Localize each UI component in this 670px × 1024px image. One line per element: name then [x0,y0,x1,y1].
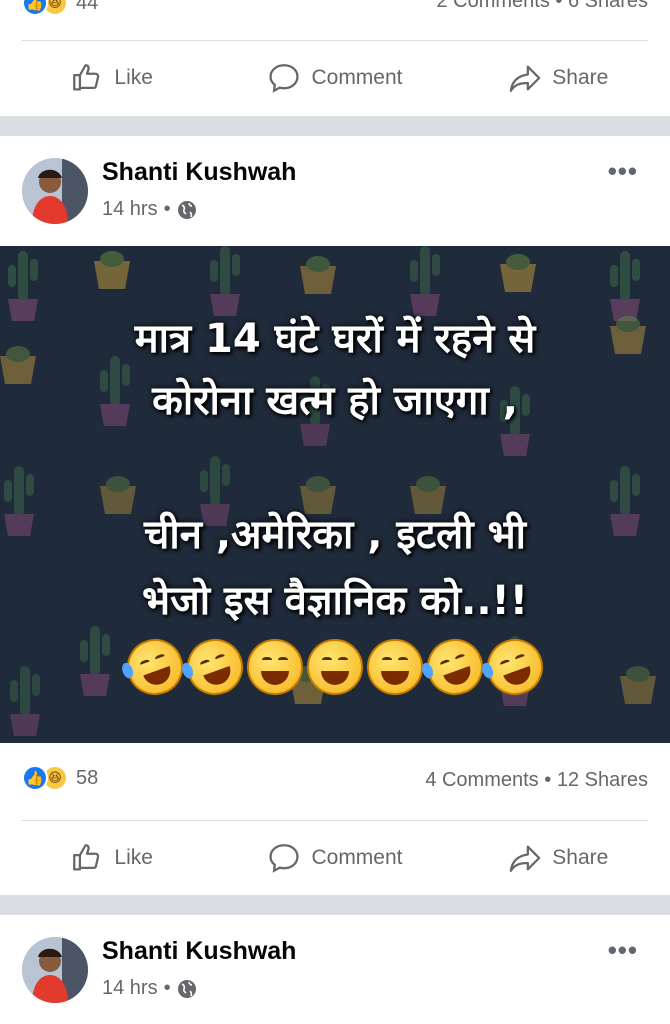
post-header: Shanti Kushwah 14 hrs • ••• [0,136,670,246]
meta-separator: • [163,977,171,999]
post-meta: 14 hrs • [102,198,197,221]
comment-button[interactable]: Comment [223,41,446,115]
post-meta: 14 hrs • [102,977,197,1000]
feed-gap [0,895,670,915]
share-label: Share [552,846,609,869]
reaction-count: 58 [76,766,99,789]
reaction-summary[interactable]: 👍 😆 58 [22,765,98,791]
like-label: Like [114,66,153,89]
grinning-emoji-icon [247,639,303,695]
post-stats: 👍 😆 58 4 Comments • 12 Shares [0,765,670,805]
top-post-stats: 👍 😆 44 2 Comments • 6 Shares [0,0,670,28]
thumbs-up-icon [73,64,100,91]
reaction-summary[interactable]: 👍 😆 44 [22,0,98,16]
caption-line-1: मात्र 14 घंटे घरों में रहने से [134,316,536,362]
post-time[interactable]: 14 hrs [102,198,158,221]
next-post-header: Shanti Kushwah 14 hrs • ••• [0,915,670,1024]
thumbs-up-icon [73,844,100,871]
caption-line-2: कोरोना खत्म हो जाएगा , [152,378,518,424]
globe-icon [177,979,196,998]
rolling-laughing-emoji-icon [419,631,491,703]
caption-block-1: मात्र 14 घंटे घरों में रहने से कोरोना खत… [0,308,670,432]
post-actions: Like Comment Share [0,821,670,895]
comment-label: Comment [311,846,403,869]
comment-icon [269,844,300,873]
like-reaction-icon: 👍 [22,765,48,791]
more-options-icon[interactable]: ••• [608,935,638,966]
rolling-laughing-emoji-icon [119,631,191,703]
comments-count[interactable]: 4 Comments [425,769,538,791]
shares-count[interactable]: 12 Shares [557,769,648,791]
author-name[interactable]: Shanti Kushwah [102,937,296,966]
grinning-emoji-icon [367,639,423,695]
post-image[interactable]: मात्र 14 घंटे घरों में रहने से कोरोना खत… [0,246,670,743]
reaction-count: 44 [76,0,99,14]
avatar-image [22,158,88,224]
share-button[interactable]: Share [447,821,670,895]
comment-icon [269,64,300,93]
share-button[interactable]: Share [447,41,670,115]
share-icon [509,65,541,92]
author-avatar[interactable] [22,937,88,1003]
like-button[interactable]: Like [0,41,223,115]
comments-shares-count: 4 Comments • 12 Shares [425,769,648,792]
like-label: Like [114,846,153,869]
share-icon [509,845,541,872]
comment-label: Comment [311,66,403,89]
avatar-image [22,937,88,1003]
comments-shares-count[interactable]: 2 Comments • 6 Shares [436,0,648,13]
like-reaction-icon: 👍 [22,0,48,16]
author-name[interactable]: Shanti Kushwah [102,158,296,187]
author-avatar[interactable] [22,158,88,224]
caption-line-4: भेजो इस वैज्ञानिक को..!! [141,578,529,624]
more-options-icon[interactable]: ••• [608,156,638,187]
grinning-emoji-icon [307,639,363,695]
rolling-laughing-emoji-icon [479,631,551,703]
stats-separator: • [544,769,552,791]
like-button[interactable]: Like [0,821,223,895]
feed-gap [0,116,670,136]
share-label: Share [552,66,609,89]
post-actions: Like Comment Share [0,41,670,115]
emoji-row [0,631,670,703]
caption-block-2: चीन ,अमेरिका , इटली भी भेजो इस वैज्ञानिक… [0,502,670,634]
comment-button[interactable]: Comment [223,821,446,895]
rolling-laughing-emoji-icon [179,631,251,703]
globe-icon [177,200,196,219]
caption-line-3: चीन ,अमेरिका , इटली भी [143,512,527,558]
post-time[interactable]: 14 hrs [102,977,158,1000]
meta-separator: • [163,198,171,220]
